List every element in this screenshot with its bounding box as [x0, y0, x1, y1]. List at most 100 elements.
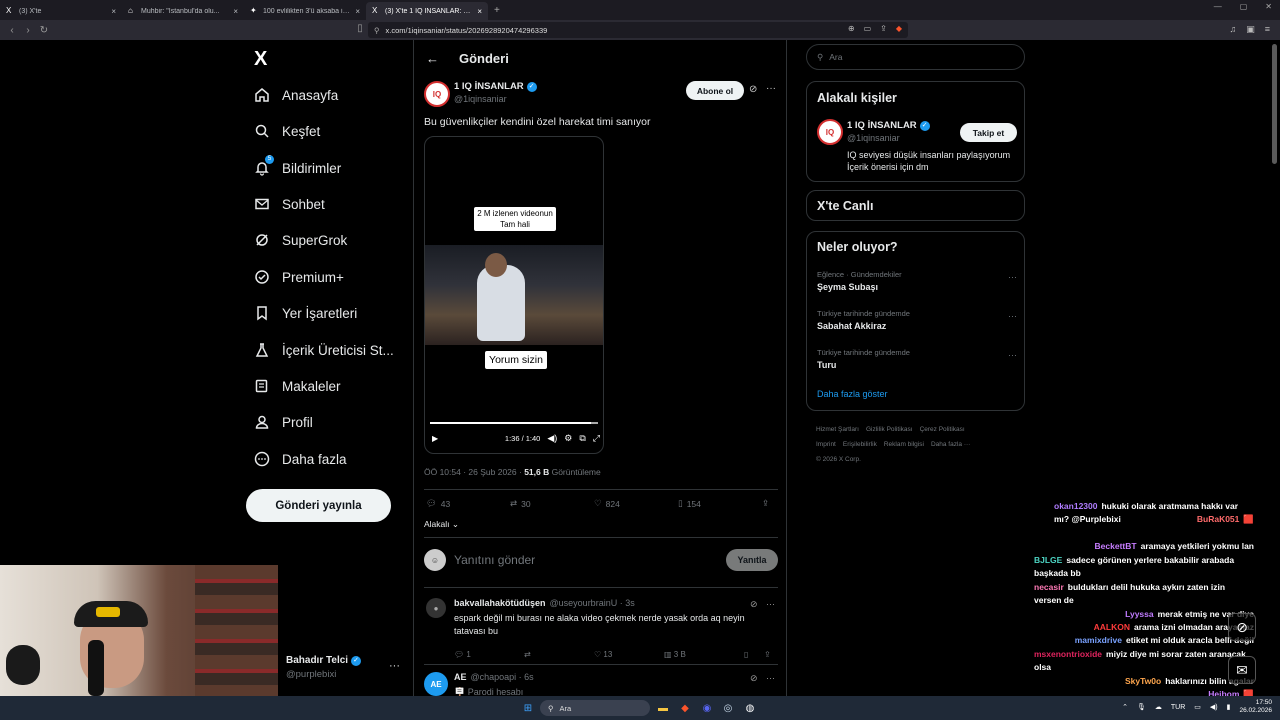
brave-shield-icon[interactable]: ◆ [896, 24, 902, 33]
scrollbar-thumb[interactable] [1272, 44, 1277, 164]
site-settings-icon[interactable]: ⚲ [374, 26, 380, 35]
windows-start-icon[interactable]: ⊞ [520, 700, 536, 716]
battery-icon[interactable]: ▮ [1227, 703, 1231, 711]
footer-link[interactable]: Daha fazla ··· [931, 441, 970, 448]
reload-icon[interactable]: ↻ [36, 25, 52, 36]
play-icon[interactable]: ▶ [432, 434, 438, 443]
settings-icon[interactable]: ⚙ [564, 433, 572, 444]
reply-button[interactable]: Yanıtla [726, 549, 778, 571]
comment-author[interactable]: AE [454, 672, 467, 682]
clock[interactable]: 17:50 26.02.2026 [1239, 699, 1272, 715]
live-card[interactable]: X'te Canlı [806, 190, 1025, 221]
mic-icon[interactable]: 🎙︎ [1137, 703, 1146, 711]
comment-author[interactable]: bakvallahakötüdüşen [454, 598, 546, 608]
sidebar-item-supergrok[interactable]: SuperGrok [254, 228, 347, 252]
person-info[interactable]: 1 IQ İNSANLAR ✓ @1iqinsaniar [847, 120, 930, 143]
more-horizontal-icon[interactable]: ··· [766, 83, 776, 94]
search-input[interactable]: ⚲ Ara [806, 44, 1025, 70]
like-action[interactable]: ♡ 824 [594, 498, 678, 509]
maximize-icon[interactable]: ▢ [1240, 2, 1248, 11]
repost-action[interactable]: ⇄ 30 [510, 498, 594, 509]
tray-chevron-icon[interactable]: ⌃ [1122, 703, 1128, 711]
bookmark-action[interactable]: ▯ 154 [678, 498, 762, 509]
back-icon[interactable]: ‹ [4, 25, 20, 36]
minimize-icon[interactable]: — [1214, 2, 1222, 11]
browser-tab-active[interactable]: X (3) X'te 1 IQ İNSANLAR: "Bu güv... × [366, 2, 488, 20]
comment-handle[interactable]: @useyourbrainU · 3s [550, 598, 635, 608]
footer-link[interactable]: Erişilebilirlik [843, 441, 877, 448]
like-action[interactable]: ♡ 13 [594, 650, 664, 659]
sidebar-item-home[interactable]: Anasayfa [254, 83, 338, 107]
new-tab-button[interactable]: + [488, 2, 506, 20]
forward-icon[interactable]: › [20, 25, 36, 36]
back-arrow-icon[interactable]: ← [426, 51, 439, 66]
share-icon[interactable]: ⇪ [880, 24, 887, 33]
browser-tab[interactable]: ✦ 100 evlilikten 3'ü aksaba ile! En yükse… [244, 2, 366, 20]
trend-item[interactable]: Türkiye tarihinde gündemde Turu ··· [817, 348, 1017, 370]
related-dropdown[interactable]: Alakalı ⌄ [424, 519, 459, 530]
trend-item[interactable]: Türkiye tarihinde gündemde Sabahat Akkir… [817, 309, 1017, 331]
footer-link[interactable]: Reklam bilgisi [884, 441, 924, 448]
discord-icon[interactable]: ◉ [699, 700, 715, 716]
grok-icon[interactable]: ⊘ [750, 599, 758, 610]
sidebar-item-chat[interactable]: Sohbet [254, 192, 325, 216]
sidebar-item-creator-studio[interactable]: İçerik Üreticisi St... [254, 338, 394, 362]
reply-input[interactable]: Yanıtını gönder [454, 553, 535, 567]
grok-icon[interactable]: ⊘ [750, 673, 758, 684]
views-action[interactable]: ▥ 3 B [664, 650, 744, 659]
network-icon[interactable]: ▭ [1194, 703, 1201, 711]
user-avatar[interactable]: ☺ [424, 549, 446, 571]
share-action[interactable]: ⇪ [762, 498, 769, 509]
person-avatar[interactable]: IQ [817, 119, 843, 145]
subscribe-button[interactable]: Abone ol [686, 81, 744, 100]
video-progress-bar[interactable] [430, 422, 598, 424]
footer-link[interactable]: Hizmet Şartları [816, 426, 859, 433]
reply-action[interactable]: 💬︎ 43 [426, 498, 510, 509]
menu-icon[interactable]: ≡ [1265, 24, 1270, 35]
sidebar-item-bookmarks[interactable]: Yer İşaretleri [254, 301, 357, 325]
comment-avatar[interactable]: ● [426, 598, 446, 618]
bookmark-page-icon[interactable]: ▯ [352, 23, 368, 34]
more-horizontal-icon[interactable]: ··· [766, 599, 775, 609]
brave-browser-icon[interactable]: ◆ [677, 700, 693, 716]
wallet-icon[interactable]: ▣ [1246, 24, 1255, 35]
sidebar-item-premium[interactable]: Premium+ [254, 265, 344, 289]
cloud-icon[interactable]: ☁ [1155, 703, 1162, 711]
taskbar-search[interactable]: ⚲ Ara [540, 700, 650, 716]
sidebar-item-profile[interactable]: Profil [254, 410, 313, 434]
close-icon[interactable]: × [111, 7, 116, 16]
volume-icon[interactable]: ◀) [1210, 703, 1218, 711]
browser-tab[interactable]: ⌂ Muhbir: "İstanbul'da olu... × [122, 2, 244, 20]
video-player[interactable]: 2 M izlenen videonun Tam hali Yorum sizin… [424, 136, 604, 454]
author-handle[interactable]: @1iqinsaniar [454, 94, 537, 104]
footer-link[interactable]: Çerez Politikası [920, 426, 965, 433]
cast-icon[interactable]: ▭ [864, 24, 872, 33]
address-bar[interactable]: ⚲ x.com/1iqinsaniar/status/2026928920474… [368, 22, 908, 38]
reply-action[interactable]: 💬︎ 1 [454, 650, 524, 659]
comment-handle[interactable]: @chapoapi · 6s [471, 672, 534, 682]
close-window-icon[interactable]: ✕ [1265, 2, 1272, 11]
trend-item[interactable]: Eğlence · Gündemdekiler Şeyma Subaşı ··· [817, 270, 1017, 292]
bookmark-icon[interactable]: ▯ [744, 650, 764, 659]
footer-link[interactable]: Gizlilik Politikası [866, 426, 913, 433]
language-indicator[interactable]: TUR [1171, 704, 1185, 711]
volume-icon[interactable]: ◀) [547, 433, 557, 444]
x-logo[interactable]: X [254, 48, 267, 71]
sidebar-item-more[interactable]: Daha fazla [254, 447, 347, 471]
sidebar-item-notifications[interactable]: 5 Bildirimler [254, 155, 341, 180]
footer-link[interactable]: Imprint [816, 441, 836, 448]
more-horizontal-icon[interactable]: ··· [1008, 272, 1017, 282]
follow-button[interactable]: Takip et [960, 123, 1017, 142]
playlist-icon[interactable]: ♫ [1229, 24, 1236, 35]
zoom-icon[interactable]: ⊕ [848, 24, 855, 33]
share-icon[interactable]: ⇪ [764, 650, 771, 659]
repost-action[interactable]: ⇄ [524, 650, 594, 659]
fullscreen-icon[interactable]: ⤢ [593, 433, 600, 444]
close-icon[interactable]: × [233, 7, 238, 16]
grok-icon[interactable]: ⊘ [1228, 613, 1256, 641]
more-horizontal-icon[interactable]: ··· [389, 660, 400, 672]
file-explorer-icon[interactable]: ▬ [655, 700, 671, 716]
comment-avatar[interactable]: AE [424, 672, 448, 696]
sidebar-item-explore[interactable]: Keşfet [254, 119, 320, 143]
post-author[interactable]: 1 IQ İNSANLAR ✓ @1iqinsaniar [454, 81, 537, 104]
